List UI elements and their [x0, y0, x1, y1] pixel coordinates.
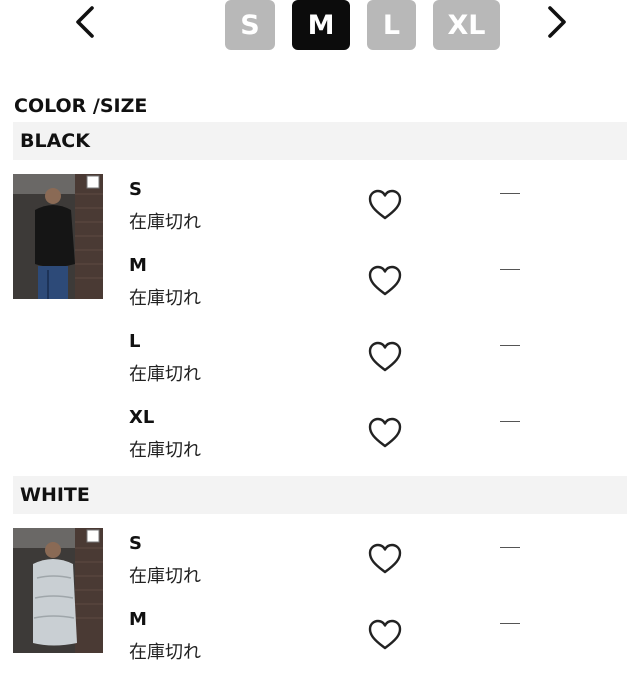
stock-status: 在庫切れ — [129, 288, 201, 309]
heart-icon[interactable] — [368, 189, 402, 221]
heart-icon[interactable] — [368, 341, 402, 373]
chevron-right-icon[interactable] — [538, 2, 574, 42]
size-row-black-s: S 在庫切れ — [0, 179, 643, 249]
size-label: S — [129, 179, 142, 200]
size-row-white-s: S 在庫切れ — [0, 533, 643, 603]
color-name: BLACK — [20, 130, 90, 152]
size-row-white-m: M 在庫切れ — [0, 609, 643, 679]
heart-icon[interactable] — [368, 619, 402, 651]
color-name: WHITE — [20, 484, 90, 506]
size-row-black-xl: XL 在庫切れ — [0, 407, 643, 477]
size-label: M — [129, 255, 147, 276]
stock-status: 在庫切れ — [129, 440, 201, 461]
chevron-left-icon[interactable] — [68, 2, 104, 42]
heart-icon[interactable] — [368, 543, 402, 575]
price-value — [500, 421, 520, 422]
size-row-black-m: M 在庫切れ — [0, 255, 643, 325]
heart-icon[interactable] — [368, 265, 402, 297]
heart-icon[interactable] — [368, 417, 402, 449]
size-label: M — [129, 609, 147, 630]
stock-status: 在庫切れ — [129, 566, 201, 587]
price-value — [500, 193, 520, 194]
size-row-black-l: L 在庫切れ — [0, 331, 643, 401]
section-title: COLOR /SIZE — [14, 95, 148, 117]
stock-status: 在庫切れ — [129, 364, 201, 385]
price-value — [500, 345, 520, 346]
size-tab-l[interactable]: L — [367, 0, 416, 50]
size-label: XL — [129, 407, 155, 428]
size-label: S — [129, 533, 142, 554]
color-header-black: BLACK — [13, 122, 627, 160]
stock-status: 在庫切れ — [129, 642, 201, 663]
price-value — [500, 269, 520, 270]
price-value — [500, 623, 520, 624]
size-navigation: S M L XL — [0, 0, 643, 52]
size-tab-xl[interactable]: XL — [433, 0, 500, 50]
size-tab-s[interactable]: S — [225, 0, 275, 50]
size-tab-m[interactable]: M — [292, 0, 350, 50]
stock-status: 在庫切れ — [129, 212, 201, 233]
size-label: L — [129, 331, 141, 352]
price-value — [500, 547, 520, 548]
color-header-white: WHITE — [13, 476, 627, 514]
